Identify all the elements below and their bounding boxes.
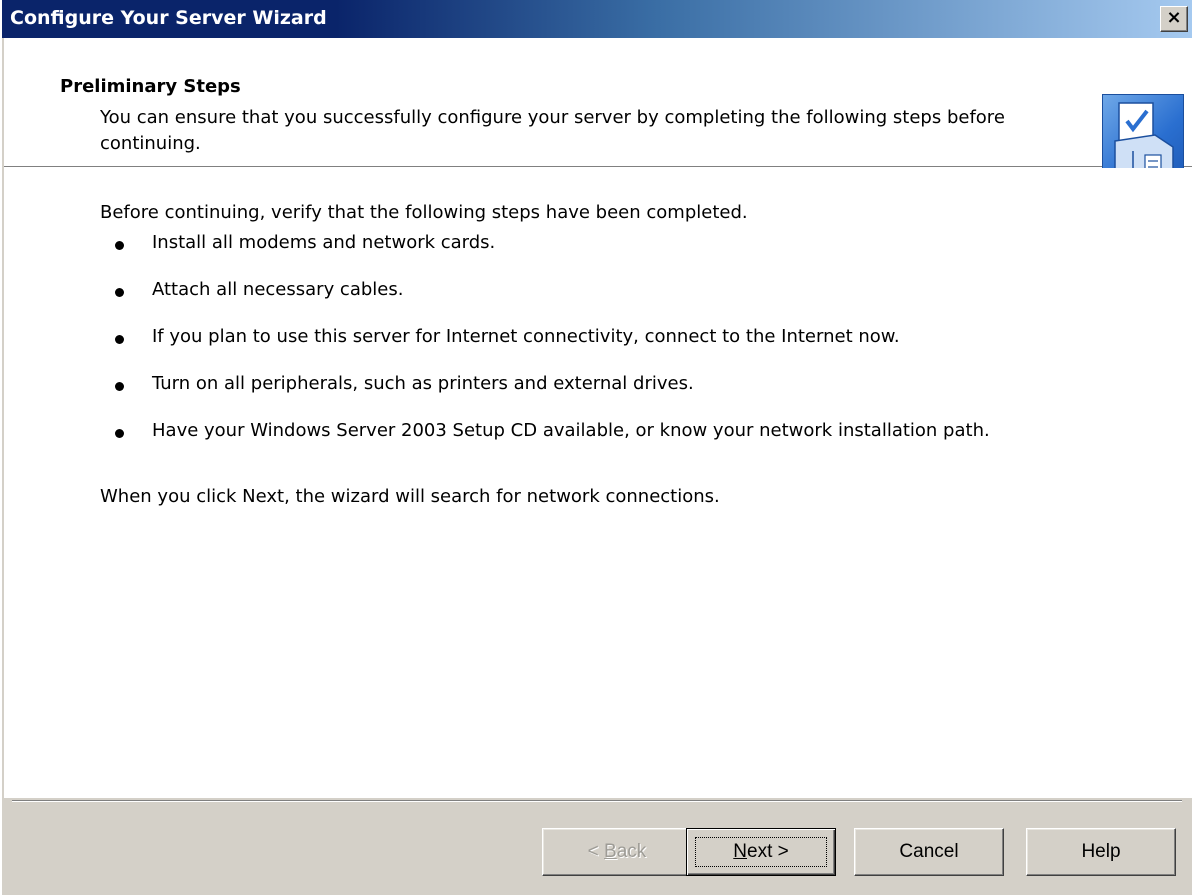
footer-separator xyxy=(12,800,1182,802)
wizard-header: Preliminary Steps You can ensure that yo… xyxy=(4,38,1192,198)
page-title: Preliminary Steps xyxy=(60,76,241,97)
step-text: If you plan to use this server for Inter… xyxy=(152,326,900,347)
next-button[interactable]: Next > xyxy=(686,828,836,876)
back-label-accel: B xyxy=(604,841,617,862)
cancel-button[interactable]: Cancel xyxy=(854,828,1004,876)
close-button[interactable]: × xyxy=(1160,6,1188,32)
list-item: Have your Windows Server 2003 Setup CD a… xyxy=(4,420,1192,448)
wizard-window: Configure Your Server Wizard × Prelimina… xyxy=(0,0,1192,895)
bullet-icon xyxy=(115,288,124,297)
list-item: Install all modems and network cards. xyxy=(4,232,1192,260)
page-subtitle: You can ensure that you successfully con… xyxy=(100,107,1005,154)
list-item: Attach all necessary cables. xyxy=(4,279,1192,307)
outro-text: When you click Next, the wizard will sea… xyxy=(100,486,720,507)
list-item: If you plan to use this server for Inter… xyxy=(4,326,1192,354)
bullet-icon xyxy=(115,335,124,344)
wizard-content: Before continuing, verify that the follo… xyxy=(4,168,1192,798)
window-title: Configure Your Server Wizard xyxy=(10,7,327,29)
step-text: Have your Windows Server 2003 Setup CD a… xyxy=(152,420,990,441)
help-button[interactable]: Help xyxy=(1026,828,1176,876)
back-button[interactable]: < Back xyxy=(542,828,692,876)
back-label-rest: ack xyxy=(616,841,647,862)
intro-text: Before continuing, verify that the follo… xyxy=(100,202,748,223)
list-item: Turn on all peripherals, such as printer… xyxy=(4,373,1192,401)
back-label-prefix: < xyxy=(587,841,605,862)
step-text: Attach all necessary cables. xyxy=(152,279,404,300)
step-text: Turn on all peripherals, such as printer… xyxy=(152,373,694,394)
next-label-rest: ext > xyxy=(747,841,789,862)
bullet-icon xyxy=(115,241,124,250)
next-label-accel: N xyxy=(733,841,747,862)
bullet-icon xyxy=(115,429,124,438)
step-text: Install all modems and network cards. xyxy=(152,232,496,253)
title-bar[interactable]: Configure Your Server Wizard × xyxy=(2,0,1192,38)
bullet-icon xyxy=(115,382,124,391)
close-icon: × xyxy=(1166,7,1182,28)
